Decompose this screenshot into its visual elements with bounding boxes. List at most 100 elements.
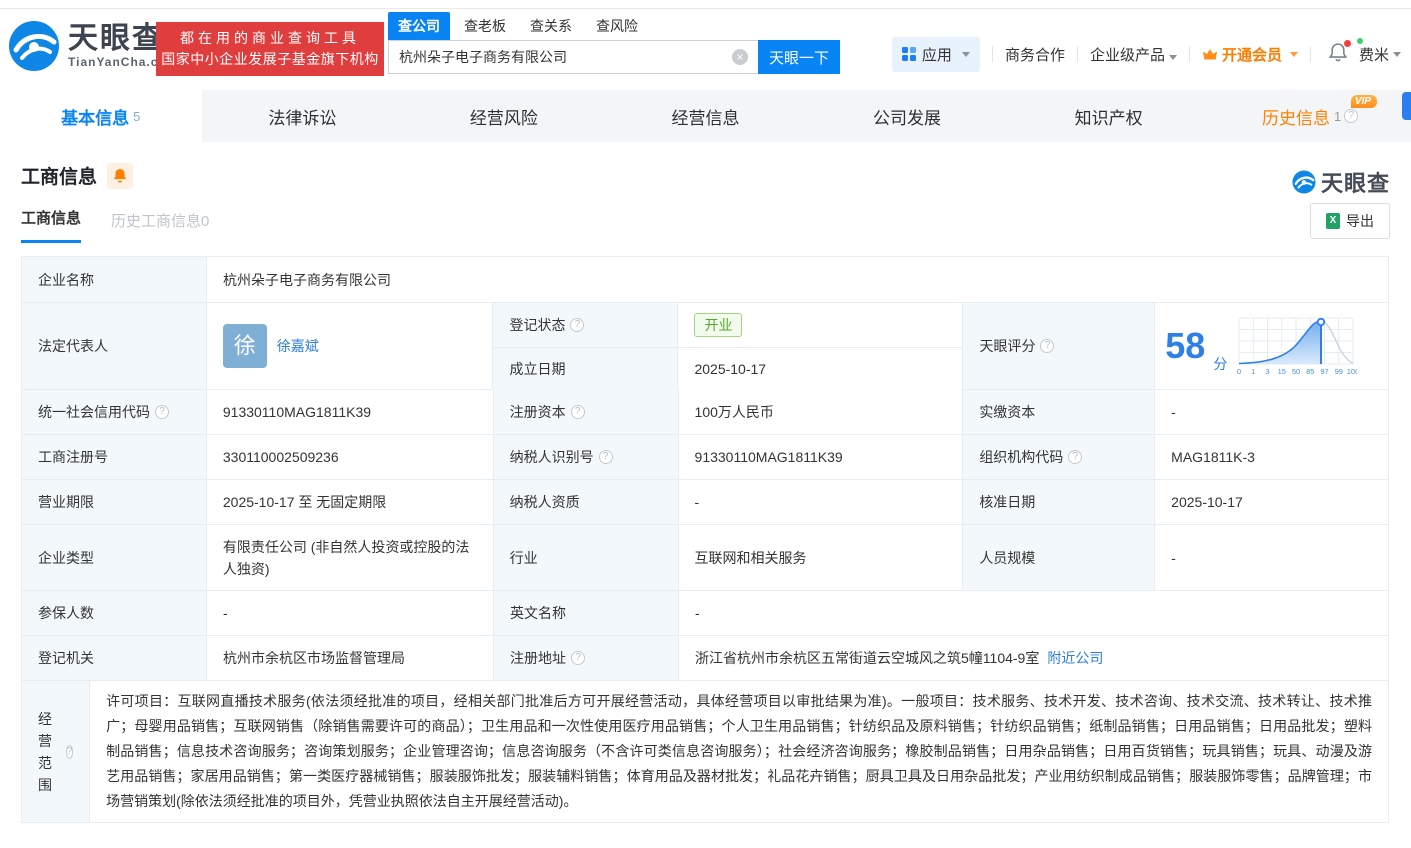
apps-grid-icon [901, 47, 916, 61]
company-name-value: 杭州朵子电子商务有限公司 [207, 257, 1388, 302]
tab-label: 基本信息 [61, 108, 130, 128]
label-text: 统一社会信用代码 [38, 404, 150, 420]
apps-label: 应用 [921, 46, 952, 64]
apps-menu[interactable]: 应用 [891, 36, 980, 72]
tab-intellectual-property[interactable]: 知识产权 [1008, 90, 1210, 142]
watermark-logo: 天眼查 [1292, 166, 1390, 198]
export-label: 导出 [1346, 213, 1374, 229]
top-header: 天眼查 TianYanCha.com 都在用的商业查询工具 国家中小企业发展子基… [0, 0, 1411, 90]
section-title: 工商信息 [21, 167, 98, 188]
tab-business-info[interactable]: 经营信息 [605, 90, 807, 142]
reg-number-label: 工商注册号 [22, 435, 207, 479]
slogan-line2: 国家中小企业发展子基金旗下机构 [161, 51, 379, 67]
table-row: 企业名称 杭州朵子电子商务有限公司 [22, 257, 1388, 303]
user-menu[interactable]: 费米 [1356, 37, 1401, 65]
help-icon[interactable]: ? [1068, 450, 1083, 464]
table-row: 工商注册号 330110002509236 纳税人识别号 ? 91330110M… [22, 435, 1388, 480]
help-icon[interactable]: ? [1040, 339, 1055, 353]
english-name-label: 英文名称 [494, 591, 679, 635]
tab-label: 知识产权 [1074, 108, 1143, 128]
nav-enterprise-products[interactable]: 企业级产品 [1090, 44, 1177, 65]
tianyancha-logo-icon [9, 21, 59, 71]
tyc-score-label: 天眼评分 ? [963, 303, 1156, 389]
divider [1076, 46, 1078, 62]
reg-capital-value: 100万人民币 [678, 390, 964, 434]
search-tab-company[interactable]: 查公司 [388, 12, 450, 40]
svg-text:3: 3 [1266, 367, 1270, 376]
reg-authority-value: 杭州市余杭区市场监督管理局 [207, 636, 494, 680]
help-icon[interactable]: ? [570, 405, 585, 419]
side-float-button[interactable] [1402, 92, 1411, 120]
notification-bell[interactable] [1328, 39, 1351, 66]
table-row: 登记机关 杭州市余杭区市场监督管理局 注册地址 ? 浙江省杭州市余杭区五常街道云… [22, 636, 1388, 681]
help-icon[interactable]: ? [65, 744, 74, 759]
search-input[interactable] [388, 40, 758, 74]
company-name-label: 企业名称 [22, 257, 207, 302]
svg-text:50: 50 [1292, 367, 1300, 376]
tyc-score-value: 58 分 0 1 3 15 50 85 97 99 10 [1155, 303, 1388, 389]
table-row: 企业类型 有限责任公司 (非自然人投资或控股的法人独资) 行业 互联网和相关服务… [22, 525, 1388, 591]
svg-text:15: 15 [1278, 367, 1286, 376]
industry-value: 互联网和相关服务 [678, 525, 964, 590]
slogan-banner: 都在用的商业查询工具 国家中小企业发展子基金旗下机构 [156, 22, 384, 76]
table-row: 参保人数 - 英文名称 - [22, 591, 1388, 636]
online-status-dot [1356, 37, 1363, 44]
english-name-value: - [679, 591, 1388, 635]
nav-cooperation[interactable]: 商务合作 [1005, 44, 1065, 65]
reg-authority-label: 登记机关 [22, 636, 207, 680]
company-tab-bar: 基本信息 5 法律诉讼 经营风险 经营信息 公司发展 知识产权 VIP 历史信息… [0, 90, 1411, 142]
tianyancha-logo-icon [1292, 170, 1316, 194]
reg-capital-label: 注册资本 ? [493, 390, 679, 434]
label-text: 登记状态 [509, 317, 566, 333]
tab-count: 1 [1334, 108, 1342, 124]
help-icon[interactable]: ? [155, 405, 169, 419]
search-tab-relation[interactable]: 查关系 [520, 12, 582, 40]
tianyancha-logo[interactable]: 天眼查 TianYanCha.com [8, 20, 178, 72]
legal-rep-avatar[interactable]: 徐 [222, 324, 267, 368]
search-button[interactable]: 天眼一下 [758, 40, 840, 74]
tab-label: 经营信息 [671, 108, 740, 128]
subtab-row: 工商信息 历史工商信息0 X 导出 [21, 203, 1390, 243]
header-nav: 应用 商务合作 企业级产品 开通会员 费米 [891, 36, 1401, 72]
export-button[interactable]: X 导出 [1310, 203, 1390, 239]
tab-operation-risk[interactable]: 经营风险 [403, 90, 605, 142]
tab-basic-info[interactable]: 基本信息 5 [0, 90, 202, 142]
tab-label: 历史信息 [1262, 108, 1331, 128]
divider [991, 46, 993, 62]
svg-text:1: 1 [1251, 367, 1255, 376]
table-row: 法定代表人 徐 徐嘉斌 登记状态 ? 开业 成立日期 2025-10-17 天眼… [22, 303, 1388, 390]
label-text: 天眼评分 [979, 338, 1036, 354]
industry-label: 行业 [493, 525, 679, 590]
svg-text:100: 100 [1347, 367, 1357, 376]
clear-icon[interactable]: × [732, 49, 748, 65]
search-tab-risk[interactable]: 查风险 [586, 12, 648, 40]
open-vip-button[interactable]: 开通会员 [1202, 44, 1298, 65]
help-icon[interactable]: ? [1344, 109, 1359, 123]
tab-legal-litigation[interactable]: 法律诉讼 [202, 90, 404, 142]
bell-icon [113, 168, 127, 183]
nav-enterprise-label: 企业级产品 [1089, 46, 1165, 64]
score-number: 58 [1165, 325, 1206, 366]
watermark-text: 天眼查 [1320, 171, 1390, 196]
business-term-label: 营业期限 [22, 480, 207, 524]
page: 天眼查 TianYanCha.com 都在用的商业查询工具 国家中小企业发展子基… [0, 0, 1411, 848]
tab-company-development[interactable]: 公司发展 [806, 90, 1008, 142]
search-tab-boss[interactable]: 查老板 [454, 12, 516, 40]
chevron-down-icon [1393, 51, 1401, 57]
legal-rep-link[interactable]: 徐嘉斌 [277, 335, 319, 357]
help-icon[interactable]: ? [570, 318, 585, 332]
subtab-history-business-info[interactable]: 历史工商信息0 [111, 210, 209, 243]
help-icon[interactable]: ? [571, 651, 585, 665]
subtab-business-info[interactable]: 工商信息 [21, 207, 82, 243]
monitor-bell-button[interactable] [107, 162, 134, 189]
org-code-label: 组织机构代码 ? [963, 435, 1156, 479]
address-text: 浙江省杭州市余杭区五常街道云空城风之筑5幢1104-9室 [695, 650, 1040, 666]
score-distribution-chart: 0 1 3 15 50 85 97 99 100 [1237, 317, 1357, 376]
nearby-companies-link[interactable]: 附近公司 [1047, 647, 1103, 669]
tab-history-info[interactable]: VIP 历史信息 1 ? [1209, 90, 1411, 142]
taxpayer-id-label: 纳税人识别号 ? [493, 435, 679, 479]
insured-count-label: 参保人数 [22, 591, 207, 635]
org-code-value: MAG1811K-3 [1155, 435, 1388, 479]
help-icon[interactable]: ? [598, 450, 613, 464]
label-text: 经营范围 [38, 710, 52, 793]
